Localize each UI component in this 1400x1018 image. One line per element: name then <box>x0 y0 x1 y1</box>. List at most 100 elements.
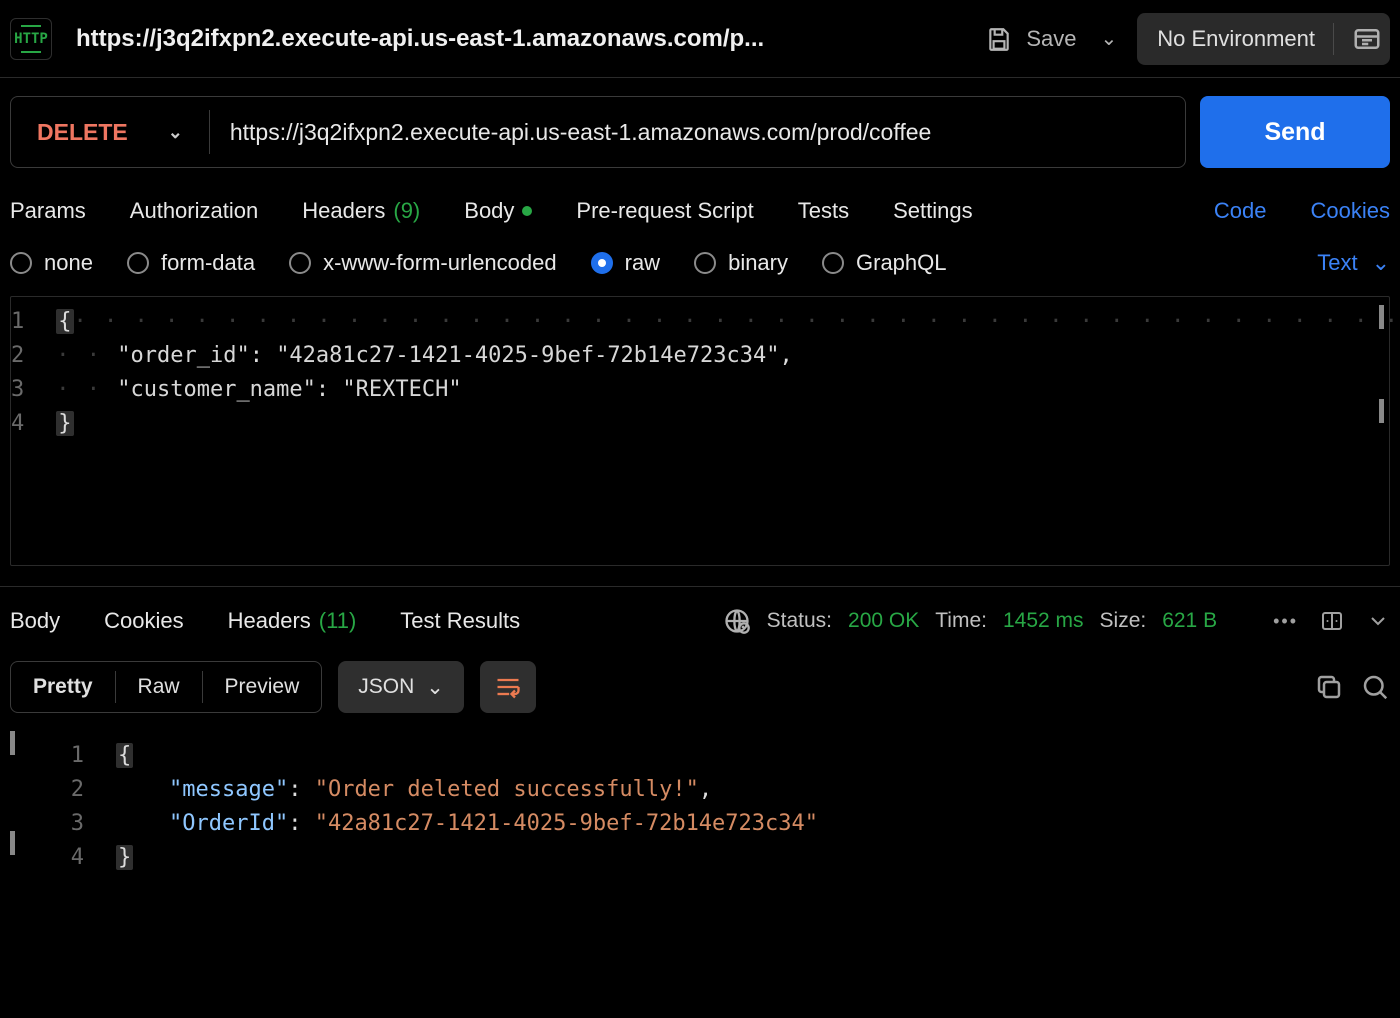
radio-raw-label: raw <box>625 250 660 276</box>
chevron-down-icon: ⌄ <box>168 122 183 143</box>
line-number: 1 <box>11 305 24 339</box>
line-number: 4 <box>10 841 84 875</box>
wrap-lines-button[interactable] <box>480 661 536 713</box>
response-format-select[interactable]: JSON ⌄ <box>338 661 464 713</box>
line-number: 4 <box>11 407 24 441</box>
response-tab-body[interactable]: Body <box>10 608 60 634</box>
divider <box>1333 23 1334 55</box>
request-row: DELETE ⌄ Send <box>0 78 1400 168</box>
body-modified-dot-icon <box>522 206 532 216</box>
radio-graphql-label: GraphQL <box>856 250 947 276</box>
response-tab-test-results[interactable]: Test Results <box>400 608 520 634</box>
line-number: 3 <box>10 807 84 841</box>
http-method-icon: HTTP <box>10 18 52 60</box>
radio-raw[interactable]: raw <box>591 250 660 276</box>
time-label: Time: <box>935 609 987 633</box>
body-format-dropdown[interactable]: Text ⌄ <box>1317 250 1390 276</box>
radio-none[interactable]: none <box>10 250 93 276</box>
radio-binary[interactable]: binary <box>694 250 788 276</box>
send-button[interactable]: Send <box>1200 96 1390 168</box>
topbar: HTTP https://j3q2ifxpn2.execute-api.us-e… <box>0 0 1400 78</box>
line-gutter: 1 2 3 4 <box>10 731 102 901</box>
response-view-segment: Pretty Raw Preview <box>10 661 322 713</box>
copy-response-icon[interactable] <box>1314 672 1344 702</box>
code-token: { <box>116 743 133 768</box>
code-token: "Order deleted successfully!" <box>315 777 699 802</box>
view-raw[interactable]: Raw <box>116 662 202 712</box>
http-method-select[interactable]: DELETE ⌄ <box>11 119 209 146</box>
more-icon[interactable]: ••• <box>1273 611 1298 632</box>
chevron-down-icon: ⌄ <box>1372 250 1390 276</box>
response-status: Status: 200 OK Time: 1452 ms Size: 621 B <box>723 607 1217 635</box>
body-format-label: Text <box>1317 250 1357 276</box>
radio-binary-label: binary <box>728 250 788 276</box>
tab-headers[interactable]: Headers (9) <box>302 198 420 224</box>
size-value: 621 B <box>1162 609 1217 633</box>
code-token: "customer_name" <box>117 377 316 402</box>
chevron-down-icon: ⌄ <box>426 675 444 700</box>
response-tabs: Body Cookies Headers (11) Test Results S… <box>0 587 1400 649</box>
whitespace-dots: · · <box>56 343 117 368</box>
request-url-input[interactable] <box>210 119 1185 146</box>
radio-formdata-label: form-data <box>161 250 255 276</box>
environment-selector[interactable]: No Environment <box>1137 13 1390 65</box>
collapse-chevron-icon[interactable] <box>1366 609 1390 633</box>
body-type-selector: none form-data x-www-form-urlencoded raw… <box>0 246 1400 290</box>
radio-form-data[interactable]: form-data <box>127 250 255 276</box>
view-pretty[interactable]: Pretty <box>11 662 115 712</box>
response-headers-label: Headers <box>228 608 311 634</box>
code-token: "OrderId" <box>169 811 288 836</box>
response-view-controls: Pretty Raw Preview JSON ⌄ <box>0 649 1400 725</box>
save-response-icon[interactable] <box>1320 609 1344 633</box>
response-format-label: JSON <box>358 675 414 699</box>
code-content[interactable]: {· · · · · · · · · · · · · · · · · · · ·… <box>42 297 1400 565</box>
topbar-right: Save ⌄ No Environment <box>986 13 1390 65</box>
code-token: "42a81c27-1421-4025-9bef-72b14e723c34" <box>276 343 779 368</box>
tab-prerequest[interactable]: Pre-request Script <box>576 198 753 224</box>
url-group: DELETE ⌄ <box>10 96 1186 168</box>
code-token: } <box>116 845 133 870</box>
code-token: "message" <box>169 777 288 802</box>
line-number: 2 <box>10 773 84 807</box>
status-label: Status: <box>767 609 832 633</box>
http-badge-label: HTTP <box>14 31 48 47</box>
request-body-editor[interactable]: 1 2 3 4 {· · · · · · · · · · · · · · · ·… <box>10 296 1390 566</box>
network-globe-icon <box>723 607 751 635</box>
tab-headers-label: Headers <box>302 198 385 224</box>
code-link[interactable]: Code <box>1214 198 1267 224</box>
size-label: Size: <box>1100 609 1147 633</box>
code-token: { <box>56 309 73 334</box>
environment-preview-icon[interactable] <box>1352 24 1382 54</box>
request-tab-title[interactable]: https://j3q2ifxpn2.execute-api.us-east-1… <box>70 25 968 53</box>
request-config-tabs: Params Authorization Headers (9) Body Pr… <box>0 168 1400 246</box>
line-number: 1 <box>10 739 84 773</box>
line-number: 2 <box>11 339 24 373</box>
tab-body[interactable]: Body <box>464 198 532 224</box>
whitespace-dots: · · · · · · · · · · · · · · · · · · · · … <box>74 309 1400 334</box>
tab-authorization[interactable]: Authorization <box>130 198 258 224</box>
view-preview[interactable]: Preview <box>203 662 322 712</box>
response-tab-headers[interactable]: Headers (11) <box>228 608 357 634</box>
tab-tests[interactable]: Tests <box>798 198 849 224</box>
response-body-viewer[interactable]: 1 2 3 4 { "message": "Order deleted succ… <box>10 731 1390 901</box>
line-gutter: 1 2 3 4 <box>11 297 42 565</box>
tab-body-label: Body <box>464 198 514 224</box>
cookies-link[interactable]: Cookies <box>1311 198 1390 224</box>
tab-settings[interactable]: Settings <box>893 198 973 224</box>
save-button[interactable]: Save <box>986 26 1076 52</box>
code-token: } <box>56 411 73 436</box>
editor-overview-ruler <box>1379 305 1385 557</box>
code-content: { "message": "Order deleted successfully… <box>102 731 1390 901</box>
line-number: 3 <box>11 373 24 407</box>
search-response-icon[interactable] <box>1360 672 1390 702</box>
code-token: "order_id" <box>117 343 249 368</box>
environment-label: No Environment <box>1157 26 1315 52</box>
save-dropdown-chevron-icon[interactable]: ⌄ <box>1096 26 1117 51</box>
tab-params[interactable]: Params <box>10 198 86 224</box>
http-method-label: DELETE <box>37 119 128 146</box>
radio-graphql[interactable]: GraphQL <box>822 250 947 276</box>
response-tab-cookies[interactable]: Cookies <box>104 608 183 634</box>
radio-urlencoded[interactable]: x-www-form-urlencoded <box>289 250 557 276</box>
headers-count: (9) <box>393 198 420 224</box>
time-value: 1452 ms <box>1003 609 1084 633</box>
